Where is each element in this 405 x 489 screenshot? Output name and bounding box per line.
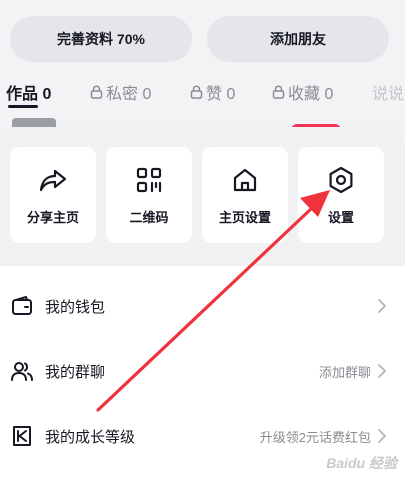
- home-icon: [233, 168, 257, 191]
- tab-label: 赞 0: [206, 86, 236, 103]
- wallet-icon: [12, 296, 32, 315]
- profile-tabs: 作品 0 私密 0 赞 0 收藏 0 说说: [0, 76, 405, 106]
- list-item-value: 升级领2元话费红包: [259, 429, 371, 445]
- list-item-label: 我的成长等级: [45, 428, 136, 446]
- watermark: Baidu 经验: [326, 455, 397, 471]
- list-item-group-chat[interactable]: 我的群聊 添加群聊: [0, 341, 405, 401]
- chevron-right-icon: [378, 299, 386, 313]
- list-item-wallet[interactable]: 我的钱包: [0, 276, 405, 336]
- tab-label: 作品 0: [6, 86, 52, 103]
- profile-header: 完善资料 70% 添加朋友 作品 0 私密 0 赞 0 收藏 0 说说: [0, 0, 405, 135]
- qr-code-icon: [136, 167, 162, 192]
- chevron-right-icon: [378, 429, 386, 443]
- settings-button[interactable]: 设置: [298, 147, 384, 243]
- home-settings-button[interactable]: 主页设置: [202, 147, 288, 243]
- complete-profile-button[interactable]: 完善资料 70%: [10, 16, 192, 62]
- more-options-sheet: 分享主页 二维码 主页设置 设置 我的钱包 我的群聊 添加群聊 我的成长等级 升…: [0, 127, 405, 489]
- grid-label: 设置: [327, 209, 354, 225]
- share-icon: [39, 169, 67, 191]
- tab-label: 说说: [372, 86, 405, 103]
- tab-posts[interactable]: 说说: [372, 80, 404, 104]
- list-item-label: 我的钱包: [45, 298, 106, 316]
- tab-private[interactable]: 私密 0: [90, 80, 151, 104]
- lock-icon: [272, 85, 285, 99]
- grid-label: 二维码: [129, 209, 169, 225]
- share-profile-button[interactable]: 分享主页: [10, 147, 96, 243]
- quick-actions-grid: 分享主页 二维码 主页设置 设置: [10, 147, 384, 243]
- gear-icon: [329, 166, 353, 193]
- tab-label: 收藏 0: [288, 86, 334, 103]
- lock-icon: [190, 85, 203, 99]
- list-item-label: 我的群聊: [45, 363, 106, 381]
- tab-label: 私密 0: [106, 86, 152, 103]
- active-tab-indicator: [8, 105, 38, 108]
- qr-code-button[interactable]: 二维码: [106, 147, 192, 243]
- chevron-right-icon: [378, 364, 386, 378]
- tab-favorites[interactable]: 收藏 0: [272, 80, 333, 104]
- lock-icon: [90, 85, 103, 99]
- tab-likes[interactable]: 赞 0: [190, 80, 235, 104]
- group-icon: [11, 362, 33, 381]
- level-icon: [13, 426, 31, 446]
- grid-label: 分享主页: [26, 209, 79, 225]
- grid-label: 主页设置: [218, 209, 271, 225]
- add-group-chat-link[interactable]: 添加群聊: [319, 362, 371, 381]
- add-friend-button[interactable]: 添加朋友: [207, 16, 389, 62]
- tab-works[interactable]: 作品 0: [6, 80, 51, 104]
